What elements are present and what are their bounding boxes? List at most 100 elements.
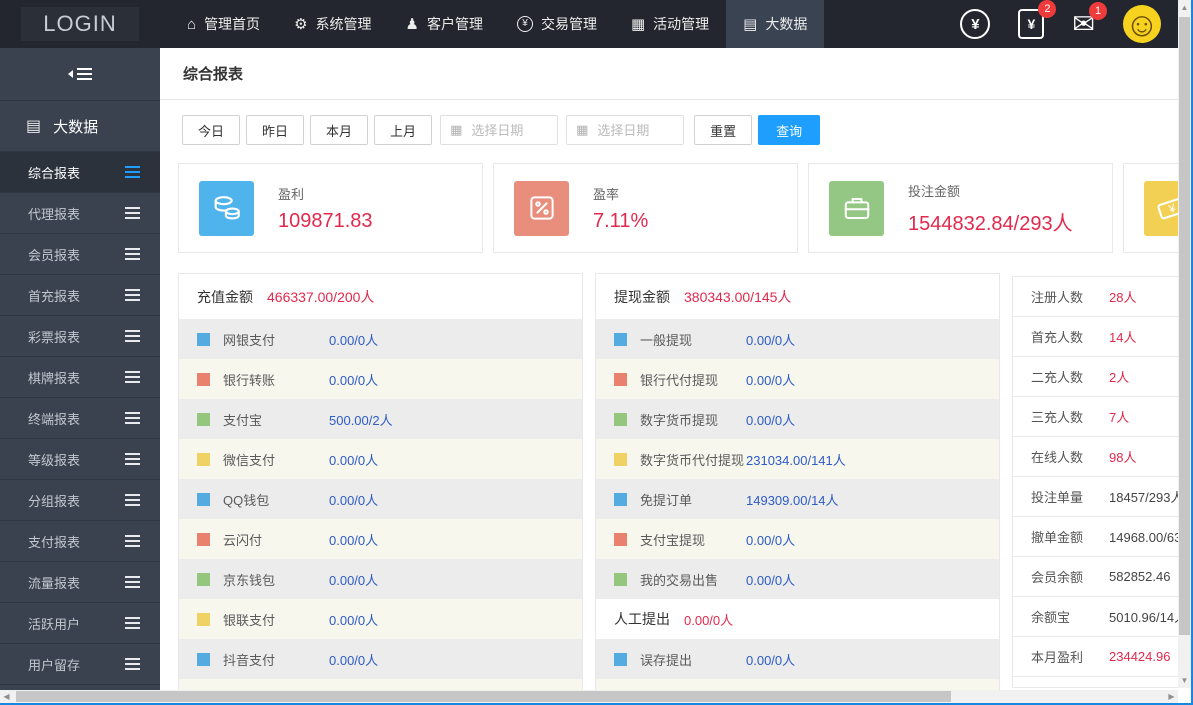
bill-button[interactable]: ¥ 2 [1018,9,1044,39]
menu-bars-icon [125,458,140,460]
row-label: 一般提现 [640,330,746,349]
row-value[interactable]: 0.00/0人 [684,610,733,629]
menu-bars-icon [125,212,140,214]
row-label: 误存提出 [640,650,746,669]
nav-item[interactable]: ⚙ 系统管理 [277,0,388,48]
horizontal-scrollbar[interactable]: ◀ ▶ [0,690,1178,703]
sidebar-item[interactable]: 彩票报表 [0,316,160,357]
sidebar-collapse-toggle[interactable] [0,48,160,101]
sidebar-item[interactable]: 代理报表 [0,193,160,234]
nav-item[interactable]: ♟ 客户管理 [389,0,500,48]
row-label: 数字货币提现 [640,410,746,429]
legend-bullet [197,413,210,426]
main-menu: ⌂ 管理首页 ⚙ 系统管理 ♟ 客户管理 ¥ 交易管理 ▦ 活动管理 ▤ 大数据 [170,0,824,48]
sidebar-item-label: 棋牌报表 [28,368,80,387]
quick-filter-button[interactable]: 本月 [310,115,368,145]
logo-area: LOGIN [0,7,160,41]
row-value[interactable]: 0.00/0人 [329,530,378,549]
quick-filter-button[interactable]: 今日 [182,115,240,145]
date-end-input[interactable] [595,122,679,139]
report-tables: 充值金额 466337.00/200人 网银支付 0.00/0人 银行转账 0.… [178,273,1193,690]
scroll-down-arrow-icon[interactable]: ▼ [1178,673,1191,688]
row-value[interactable]: 0.00/0人 [746,410,795,429]
stat-label: 本月盈利 [1031,647,1091,666]
sidebar-item[interactable]: 棋牌报表 [0,357,160,398]
quick-filter-button[interactable]: 昨日 [246,115,304,145]
stat-label: 在线人数 [1031,447,1091,466]
row-value[interactable]: 149309.00/14人 [746,490,839,509]
sidebar-item[interactable]: 综合报表 [0,152,160,193]
row-value[interactable]: 0.00/0人 [746,570,795,589]
app-logo: LOGIN [21,7,138,41]
sidebar-item[interactable]: 支付报表 [0,521,160,562]
row-label: 我的交易出售 [640,570,746,589]
legend-bullet [197,373,210,386]
stat-value: 98人 [1109,447,1136,466]
row-value[interactable]: 0.00/0人 [746,530,795,549]
sidebar-item[interactable]: 用户留存 [0,644,160,685]
legend-bullet [614,373,627,386]
row-value[interactable]: 0.00/0人 [746,650,795,669]
quick-filter-button[interactable]: 上月 [374,115,432,145]
table-row: 抖音支付 0.00/0人 [179,639,582,679]
nav-item[interactable]: ▤ 大数据 [726,0,824,48]
sidebar-item[interactable]: 终端报表 [0,398,160,439]
vertical-scrollbar[interactable]: ▲ ▼ [1178,0,1191,688]
row-value[interactable]: 0.00/0人 [329,650,378,669]
reset-button[interactable]: 重置 [694,115,752,145]
row-value[interactable]: 231034.00/141人 [746,450,846,469]
main-content: 综合报表 今日昨日本月上月 ▦ ▦ 重置 查询 盈利 109871.83 [160,48,1193,690]
summary-cards: 盈利 109871.83 盈率 7.11% 投注金额 1544832.84/29… [178,163,1193,253]
sidebar-item[interactable]: 等级报表 [0,439,160,480]
vertical-scrollbar-thumb[interactable] [1179,17,1190,635]
row-value[interactable]: 0.00/0人 [329,370,378,389]
row-label: 人工提出 [614,609,670,629]
nav-item[interactable]: ▦ 活动管理 [614,0,726,48]
sidebar-item[interactable]: 首充报表 [0,275,160,316]
row-value[interactable]: 0.00/0人 [746,330,795,349]
nav-item[interactable]: ⌂ 管理首页 [170,0,277,48]
date-start-input[interactable] [469,122,553,139]
row-label: 云闪付 [223,530,329,549]
avatar[interactable]: ☺ [1123,5,1161,43]
bet-amount-card: 投注金额 1544832.84/293人 [808,163,1113,253]
legend-bullet [197,613,210,626]
row-value[interactable]: 0.00/0人 [329,570,378,589]
stat-value: 14人 [1109,327,1136,346]
currency-exchange-button[interactable]: ¥ [960,9,990,39]
sidebar-item[interactable]: 分组报表 [0,480,160,521]
row-value[interactable]: 0.00/0人 [329,330,378,349]
menu-bars-icon [125,663,140,665]
stat-item: 撤单金额 14968.00/63人 [1012,517,1193,557]
search-button[interactable]: 查询 [758,115,820,145]
gear-icon: ⚙ [294,17,307,32]
sidebar-item-label: 彩票报表 [28,327,80,346]
collapse-arrow-icon [68,70,73,78]
mail-button[interactable]: ✉ 1 [1072,11,1095,38]
card-label: 盈率 [593,184,648,203]
menu-bars-icon [125,540,140,542]
row-value[interactable]: 500.00/2人 [329,410,393,429]
row-value[interactable]: 0.00/0人 [746,370,795,389]
sidebar-item[interactable]: 活跃用户 [0,603,160,644]
legend-bullet [197,533,210,546]
scroll-up-arrow-icon[interactable]: ▲ [1178,0,1191,15]
scroll-right-arrow-icon[interactable]: ▶ [1165,689,1178,704]
nav-item[interactable]: ¥ 交易管理 [500,0,614,48]
home-icon: ⌂ [187,17,196,32]
row-value[interactable]: 0.00/0人 [329,490,378,509]
row-value[interactable]: 0.00/0人 [329,610,378,629]
table-row: 银行代付提现 0.00/0人 [596,359,999,399]
table-row: 数字货币提现 0.00/0人 [596,399,999,439]
navbar-right-tools: ¥ ¥ 2 ✉ 1 ☺ [960,5,1193,43]
date-end-field[interactable]: ▦ [566,115,684,145]
stat-item: 注册人数 28人 [1012,276,1193,317]
date-start-field[interactable]: ▦ [440,115,558,145]
row-label: 免提订单 [640,490,746,509]
sidebar-item[interactable]: 流量报表 [0,562,160,603]
horizontal-scrollbar-thumb[interactable] [16,691,951,702]
briefcase-icon [829,181,884,236]
scroll-left-arrow-icon[interactable]: ◀ [0,689,13,704]
row-value[interactable]: 0.00/0人 [329,450,378,469]
sidebar-item[interactable]: 会员报表 [0,234,160,275]
